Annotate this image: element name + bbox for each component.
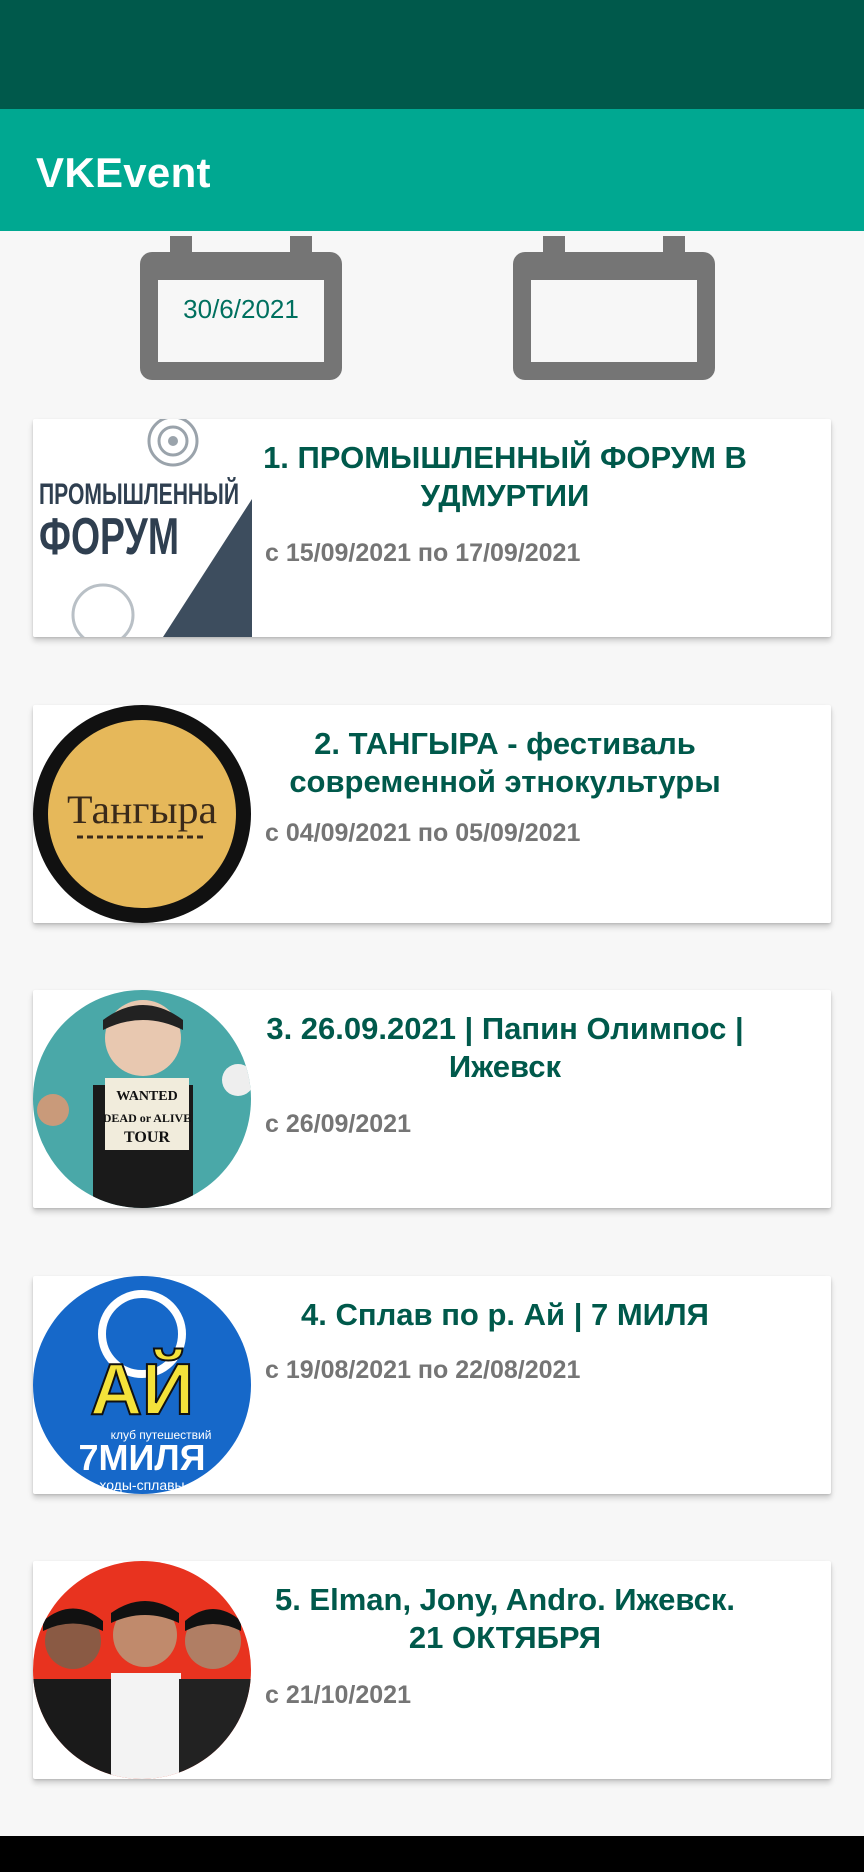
svg-text:DEAD or ALIVE: DEAD or ALIVE (103, 1111, 191, 1125)
event-card[interactable]: ПРОМЫШЛЕННЫЙ ФОРУМ 1. ПРОМЫШЛЕННЫЙ ФОРУМ… (33, 419, 831, 637)
date-from-value: 30/6/2021 (183, 294, 299, 324)
svg-text:7МИЛЯ: 7МИЛЯ (78, 1437, 205, 1478)
event-dates: с 26/09/2021 (265, 1110, 411, 1138)
event-image: АЙ клуб путешествий 7МИЛЯ ходы-сплавы (33, 1276, 252, 1494)
svg-text:ФОРУМ: ФОРУМ (39, 508, 179, 566)
svg-text:ходы-сплавы: ходы-сплавы (99, 1477, 184, 1493)
date-from-calendar-button[interactable]: 30/6/2021 (138, 236, 344, 382)
svg-text:Тангыра: Тангыра (67, 787, 217, 832)
event-image: ПРОМЫШЛЕННЫЙ ФОРУМ (33, 419, 252, 637)
event-image: Тангыра (33, 705, 252, 923)
status-bar (0, 0, 864, 109)
event-dates: с 15/09/2021 по 17/09/2021 (265, 539, 581, 567)
event-card[interactable]: АЙ клуб путешествий 7МИЛЯ ходы-сплавы 4.… (33, 1276, 831, 1494)
event-card[interactable]: WANTED DEAD or ALIVE TOUR 3. 26.09.2021 … (33, 990, 831, 1208)
event-title: 5. Elman, Jony, Andro. Ижевск. 21 ОКТЯБР… (274, 1582, 736, 1655)
event-dates: с 21/10/2021 (265, 1681, 411, 1709)
event-dates: с 19/08/2021 по 22/08/2021 (265, 1356, 581, 1384)
event-card[interactable]: Тангыра 2. ТАНГЫРА - фестиваль современн… (33, 705, 831, 923)
event-image (33, 1561, 252, 1779)
svg-text:WANTED: WANTED (116, 1089, 177, 1104)
date-to-calendar-button[interactable] (511, 236, 717, 382)
calendar-icon (513, 236, 715, 380)
event-title: 1. ПРОМЫШЛЕННЫЙ ФОРУМ В УДМУРТИИ (263, 440, 747, 513)
app-title: VKEvent (36, 149, 211, 196)
svg-text:АЙ: АЙ (90, 1348, 194, 1430)
event-title: 4. Сплав по р. Ай | 7 МИЛЯ (301, 1297, 709, 1332)
event-title: 3. 26.09.2021 | Папин Олимпос | Ижевск (266, 1011, 744, 1084)
event-dates: с 04/09/2021 по 05/09/2021 (265, 819, 581, 847)
event-image: WANTED DEAD or ALIVE TOUR (33, 990, 252, 1208)
event-card[interactable]: 5. Elman, Jony, Andro. Ижевск. 21 ОКТЯБР… (33, 1561, 831, 1779)
svg-text:ПРОМЫШЛЕННЫЙ: ПРОМЫШЛЕННЫЙ (39, 477, 239, 511)
event-title: 2. ТАНГЫРА - фестиваль современной этнок… (289, 726, 721, 799)
svg-text:TOUR: TOUR (124, 1129, 170, 1146)
app-bar: VKEvent (0, 109, 864, 231)
navigation-bar (0, 1836, 864, 1872)
